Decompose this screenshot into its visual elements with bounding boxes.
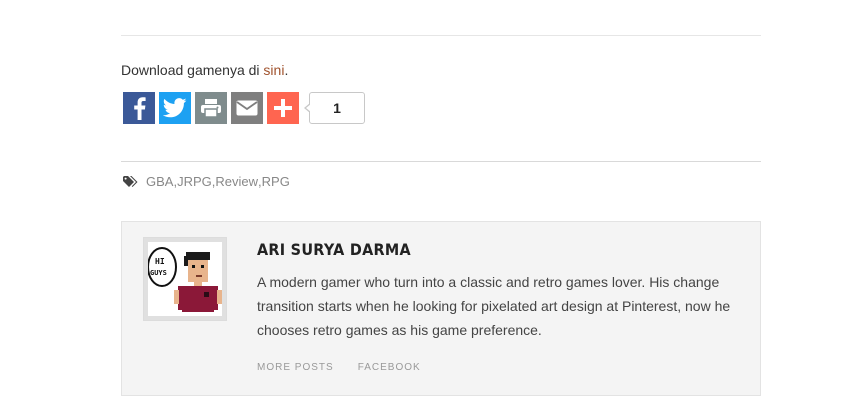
twitter-icon — [163, 98, 187, 118]
print-icon — [201, 99, 221, 118]
pixel-avatar-image: HI GUYS — [147, 247, 222, 312]
avatar-hi-text: HI — [155, 257, 165, 266]
email-share-button[interactable] — [231, 92, 263, 124]
facebook-icon — [134, 97, 146, 120]
top-divider — [121, 35, 761, 36]
tags-icon — [123, 175, 138, 188]
avatar-guys-text: GUYS — [150, 269, 167, 277]
post-tags: GBA, JRPG, Review, RPG — [123, 174, 290, 189]
author-box: HI GUYS ARI SURYA DARMA A modern gamer w… — [121, 221, 761, 396]
author-name[interactable]: ARI SURYA DARMA — [257, 240, 411, 259]
author-bio: A modern gamer who turn into a classic a… — [257, 274, 731, 338]
download-link[interactable]: sini — [263, 62, 284, 78]
author-links: MORE POSTS FACEBOOK — [257, 362, 445, 373]
download-text: Download gamenya di sini. — [121, 62, 289, 78]
print-button[interactable] — [195, 92, 227, 124]
email-icon — [236, 100, 258, 116]
tag-link[interactable]: GBA — [146, 174, 173, 189]
facebook-share-button[interactable] — [123, 92, 155, 124]
twitter-share-button[interactable] — [159, 92, 191, 124]
author-avatar[interactable]: HI GUYS — [143, 237, 227, 321]
tags-divider — [121, 161, 761, 162]
more-share-button[interactable] — [267, 92, 299, 124]
facebook-profile-link[interactable]: FACEBOOK — [358, 362, 421, 373]
tag-link[interactable]: RPG — [262, 174, 290, 189]
more-posts-link[interactable]: MORE POSTS — [257, 362, 334, 373]
share-bar: 1 — [123, 92, 365, 124]
share-count: 1 — [304, 92, 365, 124]
tag-link[interactable]: Review — [215, 174, 258, 189]
plus-icon — [274, 99, 292, 117]
tag-link[interactable]: JRPG — [177, 174, 212, 189]
